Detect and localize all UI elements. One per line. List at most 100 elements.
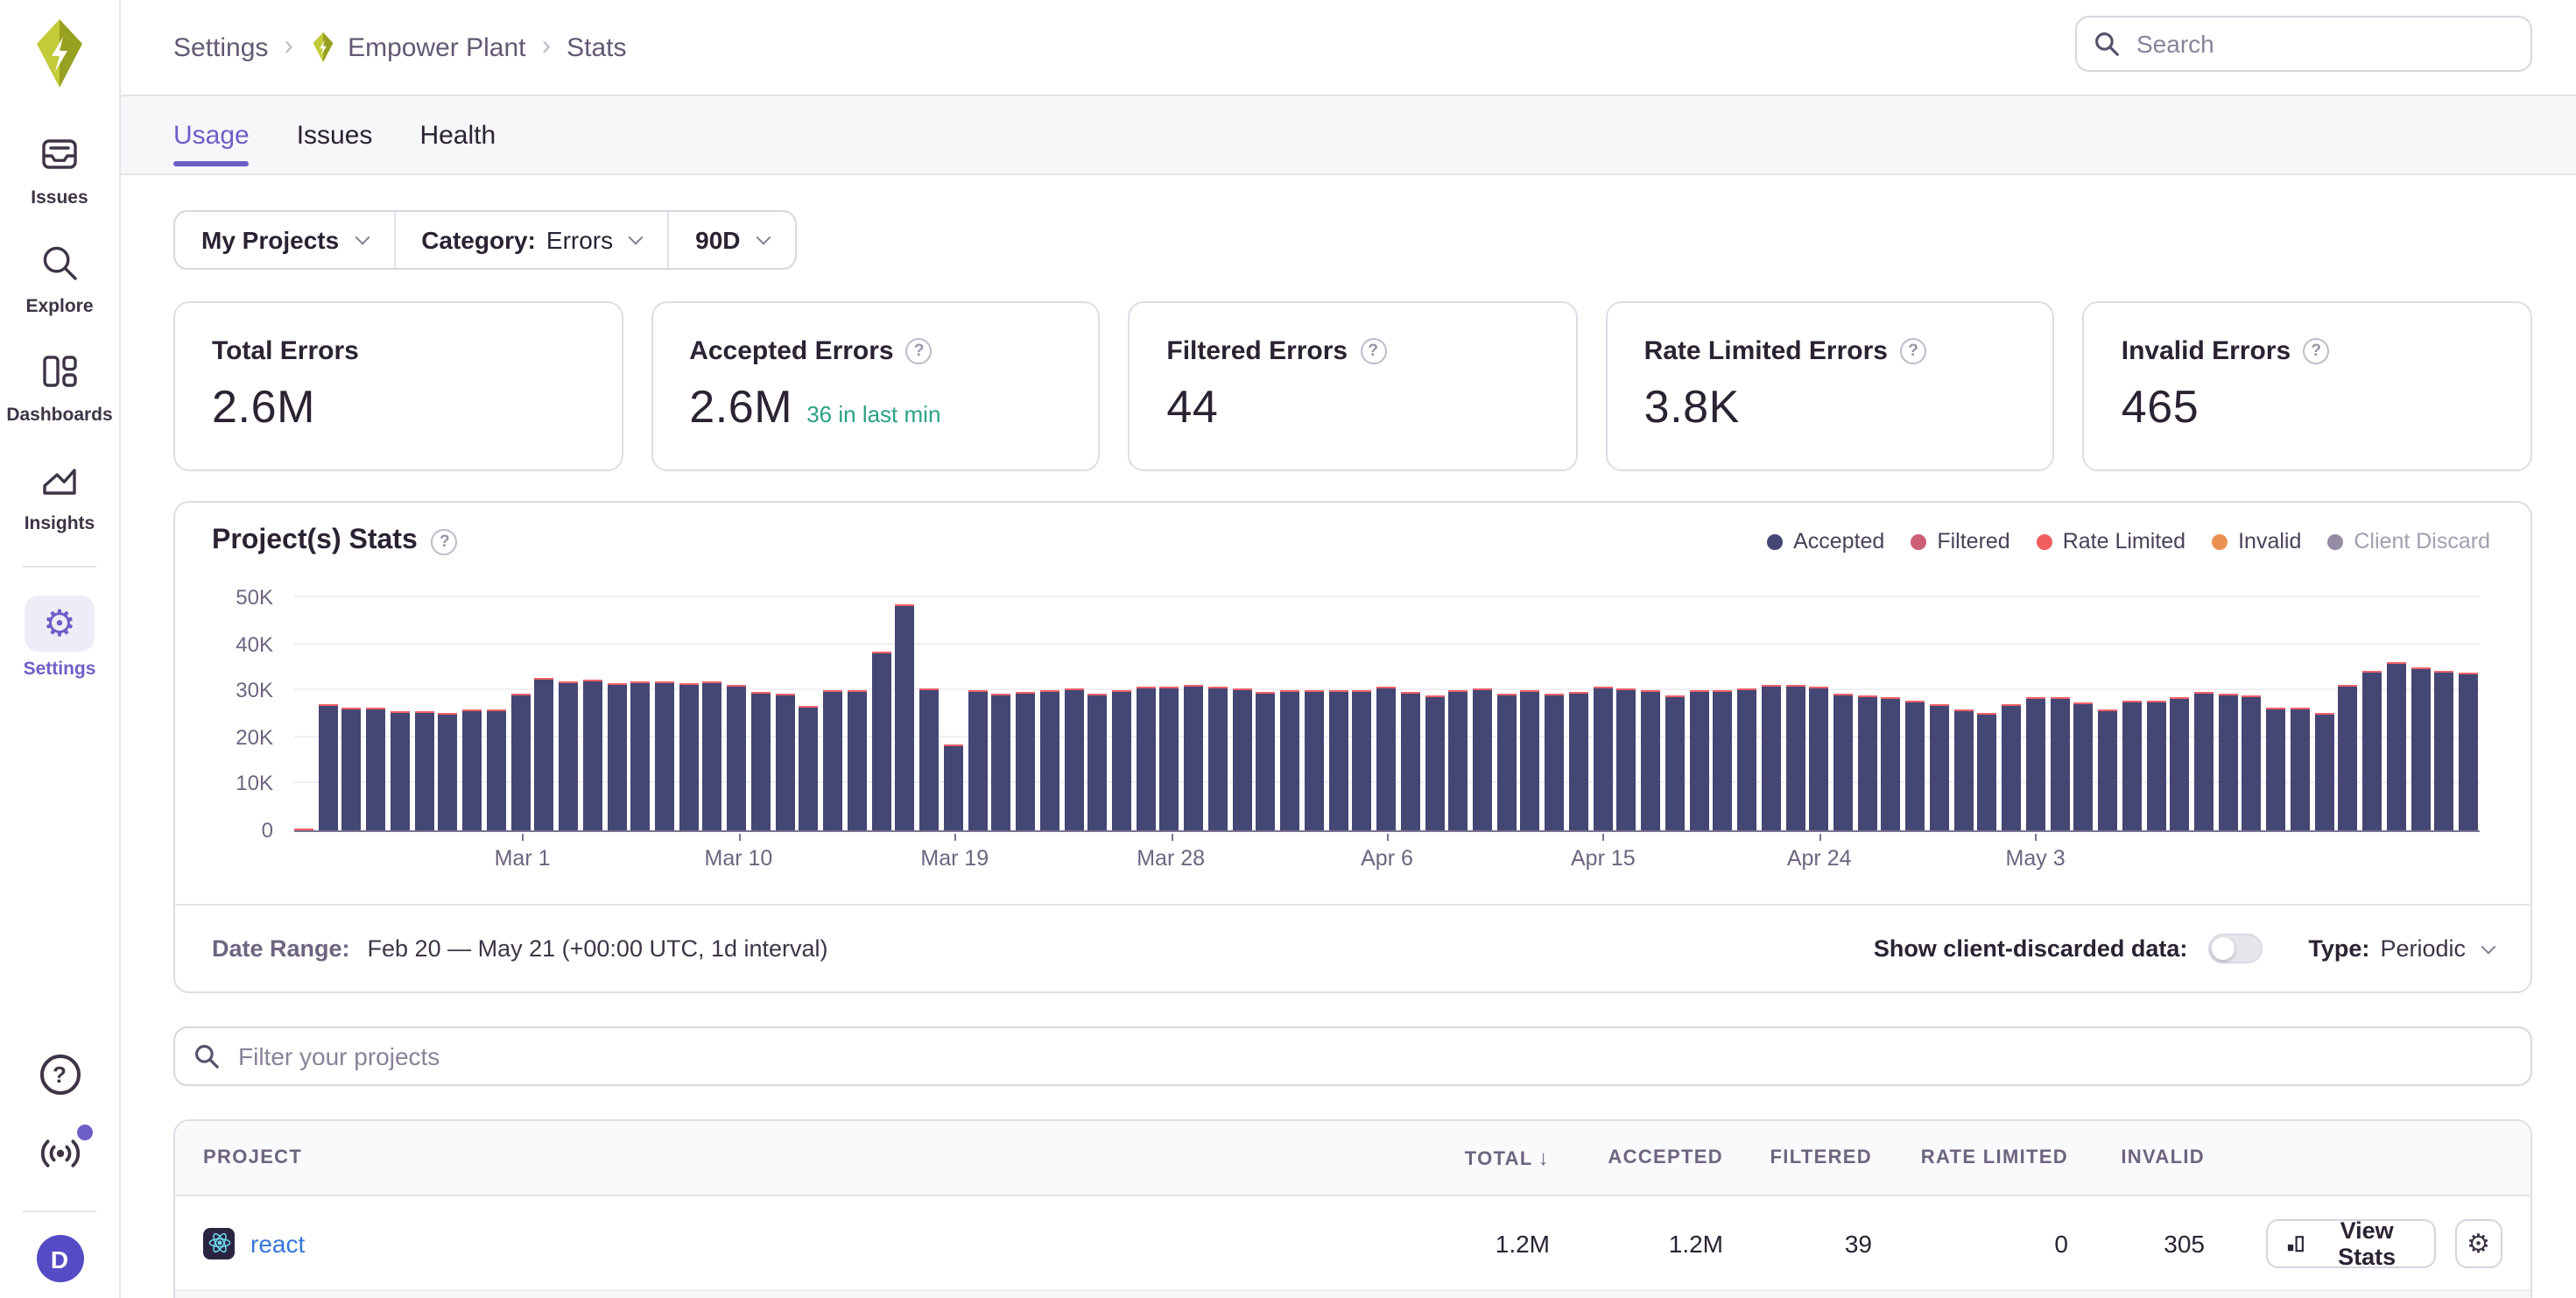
projects-table: PROJECT TOTAL↓ ACCEPTED FILTERED RATE LI… [173,1119,2532,1298]
period-selector[interactable]: 90D [669,212,794,268]
x-axis-tick [954,834,956,841]
chart-bar [439,713,458,830]
chart-bar [1496,693,1516,830]
help-icon[interactable]: ? [39,1055,80,1095]
view-stats-button[interactable]: View Stats [2266,1218,2435,1267]
chart-bar [2146,700,2165,830]
chart-bar [896,604,915,830]
chart-bar [1521,691,1540,830]
sort-desc-icon: ↓ [1538,1146,1550,1170]
y-axis-label: 30K [193,678,273,702]
gear-icon: ⚙ [25,596,95,652]
client-discard-toggle[interactable] [2208,934,2263,963]
chart-bar [294,829,313,830]
chart-bar [2314,712,2333,830]
legend-label: Rate Limited [2063,529,2185,554]
chart-bar [2266,708,2285,830]
stat-card-accepted-errors: Accepted Errors ? 2.6M 36 in last min [651,301,1100,471]
help-icon[interactable]: ? [2303,338,2329,364]
breadcrumb-organization[interactable]: Empower Plant [309,32,525,63]
chart-bar [1087,694,1107,830]
chart-bar [2194,693,2214,830]
help-icon[interactable]: ? [1360,338,1386,364]
project-link[interactable]: react [250,1229,305,1257]
chart-bar [1112,691,1131,830]
sidebar-item-issues[interactable]: Issues [25,128,95,208]
breadcrumb-settings[interactable]: Settings [173,32,268,62]
tab-health[interactable]: Health [419,96,496,173]
legend-client-discard[interactable]: Client Discard [2327,529,2490,554]
view-stats-label: View Stats [2318,1217,2416,1269]
chart-bar [1569,692,1588,830]
column-header-invalid[interactable]: INVALID [2068,1147,2205,1168]
chart-bar [2122,701,2142,830]
chart-bar [1064,688,1083,830]
legend-invalid[interactable]: Invalid [2212,529,2301,554]
sidebar-nav: Issues Explore Dashboards Insights [6,128,112,708]
stat-card-rate-limited-errors: Rate Limited Errors ? 3.8K [1606,301,2055,471]
table-row: react 1.2M 1.2M 39 0 305 V [175,1196,2530,1291]
bar-chart-icon [2285,1231,2305,1255]
legend-filtered[interactable]: Filtered [1911,529,2009,554]
project-settings-button[interactable]: ⚙ [2454,1218,2502,1267]
column-header-total[interactable]: TOTAL↓ [1357,1146,1550,1170]
legend-rate-limited[interactable]: Rate Limited [2037,529,2185,554]
chart-bar [1714,690,1733,830]
whats-new-button[interactable] [36,1132,83,1184]
sidebar-item-settings[interactable]: ⚙ Settings [24,596,96,680]
chart-bar [799,707,819,831]
sidebar-divider [23,1210,96,1212]
chart-bar [1953,710,1973,830]
search-icon [2094,32,2119,56]
help-icon[interactable]: ? [432,528,458,554]
column-header-rate-limited[interactable]: RATE LIMITED [1872,1147,2068,1168]
column-header-filtered[interactable]: FILTERED [1723,1147,1872,1168]
tab-issues[interactable]: Issues [297,96,373,173]
chart-bar [871,651,890,830]
category-selector[interactable]: Category: Errors [395,212,669,268]
legend-label: Invalid [2238,529,2301,554]
project-selector[interactable]: My Projects [175,212,395,268]
chart-bar [1280,690,1299,830]
projects-stats-panel: Project(s) Stats ? Accepted Filtered Rat… [173,501,2532,993]
sidebar-item-explore[interactable]: Explore [25,236,95,317]
chevron-down-icon [355,230,370,245]
chart-bar [1617,689,1636,830]
chart-title: Project(s) Stats [212,526,418,557]
legend-label: Client Discard [2354,529,2490,554]
chart-bar [631,681,651,830]
project-filter-input[interactable] [235,1041,2511,1072]
user-avatar[interactable]: D [36,1235,83,1282]
chart-bar [1016,692,1035,830]
org-logo-icon[interactable] [30,18,89,89]
cell-total: 1.2M [1357,1229,1550,1257]
chart-bar [1473,689,1492,830]
chart-bar [607,683,626,830]
stat-card-title: Filtered Errors [1166,336,1348,366]
global-search-input[interactable] [2133,28,2513,60]
chart-footer: Date Range: Feb 20 — May 21 (+00:00 UTC,… [175,904,2530,991]
chart-bar [992,695,1011,830]
chart-bar [2411,667,2430,830]
table-header: PROJECT TOTAL↓ ACCEPTED FILTERED RATE LI… [175,1121,2530,1196]
chevron-down-icon [756,230,771,245]
column-header-label: TOTAL [1465,1149,1533,1170]
breadcrumb-separator-icon: › [284,32,293,63]
breadcrumb-stats[interactable]: Stats [567,32,626,62]
sidebar-item-dashboards[interactable]: Dashboards [6,345,112,426]
chart-bar [1882,697,1901,830]
tab-usage[interactable]: Usage [173,96,250,173]
help-icon[interactable]: ? [1900,338,1926,364]
search-icon [194,1044,219,1069]
sidebar-item-insights[interactable]: Insights [25,454,95,534]
y-axis-label: 40K [193,632,273,657]
type-selector[interactable]: Type: Periodic [2308,935,2494,962]
legend-accepted[interactable]: Accepted [1767,529,1884,554]
column-header-accepted[interactable]: ACCEPTED [1550,1147,1723,1168]
type-value: Periodic [2380,935,2466,962]
help-icon[interactable]: ? [906,338,933,364]
filter-bar: My Projects Category: Errors 90D [173,210,797,270]
chart-bar [1184,685,1203,831]
breadcrumb: Settings › Empower Plant › Stats [173,0,627,95]
x-axis-label: Apr 15 [1571,846,1636,871]
